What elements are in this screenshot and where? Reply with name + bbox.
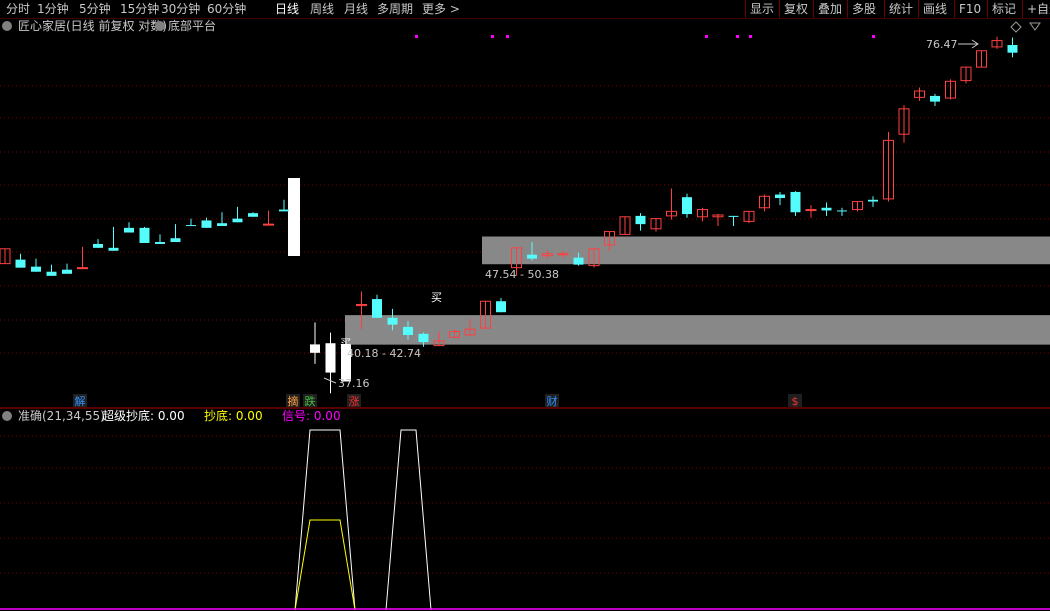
candle-body xyxy=(775,194,785,199)
toolbar-button-3[interactable]: 多股 xyxy=(847,0,880,18)
toolbar-button-7[interactable]: 标记 xyxy=(987,0,1020,18)
max-price-label: 76.47 xyxy=(926,38,958,51)
candle-body xyxy=(496,301,506,313)
sub-value-2: 信号: 0.00 xyxy=(282,409,341,423)
diamond-icon[interactable] xyxy=(1010,21,1022,33)
candle-body xyxy=(93,243,103,248)
candle-body xyxy=(263,223,274,226)
collapse-icon[interactable] xyxy=(2,21,12,31)
toolbar-button-8[interactable]: +自选 xyxy=(1022,0,1050,18)
period-9[interactable]: 多周期 xyxy=(377,0,413,18)
sub-collapse-icon[interactable] xyxy=(2,411,12,421)
event-marker: 涨 xyxy=(349,395,360,408)
period-4[interactable]: 30分钟 xyxy=(161,0,200,18)
split-marker-bar xyxy=(288,178,300,256)
indicator-collapse-icon[interactable] xyxy=(155,21,165,31)
toolbar-button-5[interactable]: 画线 xyxy=(918,0,951,18)
period-6[interactable]: 日线 xyxy=(275,0,299,18)
candle-body xyxy=(418,333,429,343)
period-0[interactable]: 分时 xyxy=(6,0,30,18)
candle-body xyxy=(821,207,832,211)
period-7[interactable]: 周线 xyxy=(310,0,334,18)
candle-body xyxy=(186,225,196,227)
candle-body xyxy=(139,227,150,243)
candle-body xyxy=(155,242,165,244)
event-marker: 解 xyxy=(75,394,86,408)
candle-body xyxy=(372,299,382,318)
zone-upper-label: 47.54 - 50.38 xyxy=(485,268,559,281)
buy-marker: 买 xyxy=(431,291,442,304)
candle-body xyxy=(279,209,289,212)
signal-dot xyxy=(872,35,875,38)
candle-body xyxy=(201,220,212,228)
super-bottom-line xyxy=(385,429,432,611)
candle-body xyxy=(805,209,817,212)
signal-dot xyxy=(491,35,494,38)
candle-body xyxy=(310,344,320,353)
candle-body xyxy=(15,259,26,268)
candle-body xyxy=(403,326,413,335)
max-arrow xyxy=(958,39,979,49)
signal-dot xyxy=(705,35,708,38)
zone-lower-label: 40.18 - 42.74 xyxy=(347,347,421,360)
event-marker: 财 xyxy=(547,394,558,408)
candle-body xyxy=(387,317,398,325)
buy-marker: 买 xyxy=(340,337,351,350)
event-marker: 摘 xyxy=(288,394,299,408)
candle-body xyxy=(1007,45,1018,53)
period-8[interactable]: 月线 xyxy=(344,0,368,18)
toolbar-button-0[interactable]: 显示 xyxy=(745,0,778,18)
event-marker: 跌 xyxy=(305,394,316,408)
bottom-line xyxy=(294,519,356,611)
candle-body xyxy=(232,218,243,223)
toolbar-button-6[interactable]: F10 xyxy=(954,0,985,18)
sub-value-0: 超级抄底: 0.00 xyxy=(102,408,185,423)
period-1[interactable]: 1分钟 xyxy=(37,0,69,18)
period-10[interactable]: 更多 > xyxy=(422,0,460,18)
candle-body xyxy=(557,253,569,256)
candle-body xyxy=(868,199,878,202)
signal-dot xyxy=(736,35,739,38)
bottom-platform-zone xyxy=(482,236,1050,265)
min-price-label: 37.16 xyxy=(338,377,370,390)
candle-body xyxy=(682,197,692,215)
indicator-name: 底部平台 xyxy=(168,18,216,33)
sub-indicator-name: 准确(21,34,55) xyxy=(18,409,105,423)
event-marker: $ xyxy=(792,395,799,408)
signal-dot xyxy=(506,35,509,38)
candle-body xyxy=(930,95,940,102)
stock-chart: 匠心家居(日线 前复权 对数) 底部平台 76.47 37.16 47.54 - 50.… xyxy=(0,18,1050,611)
toolbar-button-2[interactable]: 叠加 xyxy=(813,0,846,18)
period-toolbar: 分时 1分钟 5分钟 15分钟 30分钟 60分钟 日线 周线 月线 多周期 更多 > 显示 复权 叠加多… xyxy=(0,0,1050,19)
bottom-platform-zone xyxy=(345,315,1050,345)
period-5[interactable]: 60分钟 xyxy=(207,0,246,18)
period-3[interactable]: 15分钟 xyxy=(120,0,159,18)
candle-body xyxy=(46,271,57,276)
candle-body xyxy=(527,254,537,259)
toolbar-button-1[interactable]: 复权 xyxy=(779,0,812,18)
candle-body xyxy=(248,213,258,217)
candle-body xyxy=(31,266,41,272)
candle-body xyxy=(217,223,227,226)
candle-body xyxy=(837,210,847,212)
candle-body xyxy=(635,215,646,225)
sub-value-1: 抄底: 0.00 xyxy=(204,408,263,423)
candle-body xyxy=(62,269,72,274)
candle-body xyxy=(170,238,181,243)
dropdown-icon[interactable] xyxy=(1029,22,1041,31)
candle-body xyxy=(124,227,134,233)
candle-body xyxy=(573,257,584,265)
candle-body xyxy=(790,191,801,213)
signal-dot xyxy=(749,35,752,38)
candle-body xyxy=(77,267,88,270)
candle-body xyxy=(325,343,336,373)
candle-body xyxy=(728,215,739,217)
toolbar-button-4[interactable]: 统计 xyxy=(884,0,917,18)
stock-title: 匠心家居(日线 前复权 对数) xyxy=(18,18,167,33)
signal-dot xyxy=(415,35,418,38)
period-2[interactable]: 5分钟 xyxy=(79,0,111,18)
candle-body xyxy=(108,247,119,251)
